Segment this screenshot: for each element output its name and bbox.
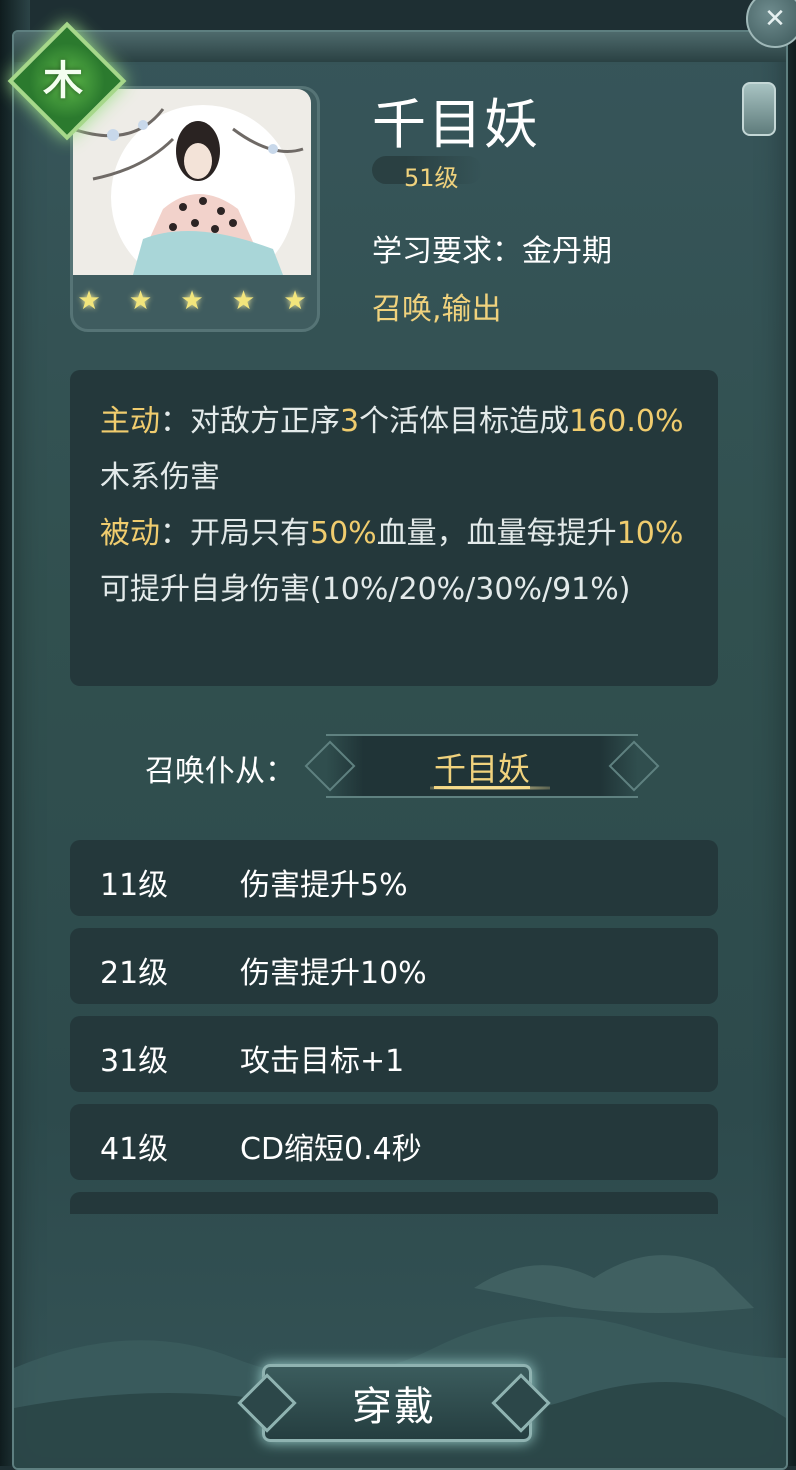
desc-number: 50% [310, 516, 377, 551]
panel-top-trim [14, 32, 786, 62]
desc-number: 160.0% [569, 404, 684, 439]
upgrade-effect: 伤害提升10% [240, 956, 427, 991]
learn-requirement: 学习要求：金丹期 [372, 234, 612, 269]
desc-text: 血量，血量每提升 [376, 516, 617, 551]
desc-text: 可提升自身伤害(10%/20%/30%/91%) [100, 572, 631, 607]
upgrade-row: 41级 CD缩短0.4秒 [70, 1104, 718, 1180]
upgrade-row: 21级 伤害提升10% [70, 928, 718, 1004]
passive-label: 被动 [100, 516, 160, 551]
upgrade-row: 11级 伤害提升5% [70, 840, 718, 916]
skill-level: 51级 [404, 164, 459, 192]
skill-tags: 召唤,输出 [372, 292, 502, 327]
summon-link[interactable]: 千目妖 [326, 744, 638, 790]
summon-glow [430, 786, 550, 790]
upgrade-effect: CD缩短0.4秒 [240, 1132, 422, 1167]
upgrade-level: 41级 [100, 1132, 169, 1167]
upgrade-level: 31级 [100, 1044, 169, 1079]
equip-button-label: 穿戴 [352, 1384, 436, 1430]
star-icon: ★ [283, 286, 307, 316]
desc-text: 个活体目标造成 [359, 404, 570, 439]
upgrade-level: 11级 [100, 868, 169, 903]
star-icon: ★ [128, 286, 153, 316]
equip-button[interactable]: 穿戴 [237, 1360, 551, 1442]
upgrade-row-partial [70, 1192, 718, 1214]
upgrade-row: 31级 攻击目标+1 [70, 1016, 718, 1092]
desc-text: 木系伤害 [100, 460, 220, 495]
summon-label: 召唤仆从： [145, 754, 295, 789]
star-rating: ★ ★ ★ ★ ★ [74, 286, 310, 316]
upgrade-effect: 伤害提升5% [240, 868, 408, 903]
element-badge: 木 [7, 21, 127, 141]
element-label: 木 [43, 58, 83, 104]
upgrade-level: 21级 [100, 956, 169, 991]
star-icon: ★ [231, 286, 256, 316]
desc-text: ：开局只有 [160, 516, 310, 551]
corner-ornament [742, 82, 776, 136]
skill-description: 主动：对敌方正序3个活体目标造成160.0% 木系伤害被动：开局只有50%血量，血… [100, 394, 690, 618]
star-icon: ★ [180, 286, 204, 316]
upgrade-list[interactable]: 11级 伤害提升5% 21级 伤害提升10% 31级 攻击目标+1 41级 CD… [70, 840, 718, 1214]
desc-number: 3 [340, 404, 360, 439]
desc-text: ：对敌方正序 [160, 404, 340, 439]
desc-number: 10% [616, 516, 684, 551]
close-icon: ✕ [764, 4, 786, 34]
star-icon: ★ [77, 286, 101, 316]
active-label: 主动 [100, 404, 160, 439]
skill-name: 千目妖 [372, 93, 540, 156]
upgrade-effect: 攻击目标+1 [240, 1044, 405, 1079]
